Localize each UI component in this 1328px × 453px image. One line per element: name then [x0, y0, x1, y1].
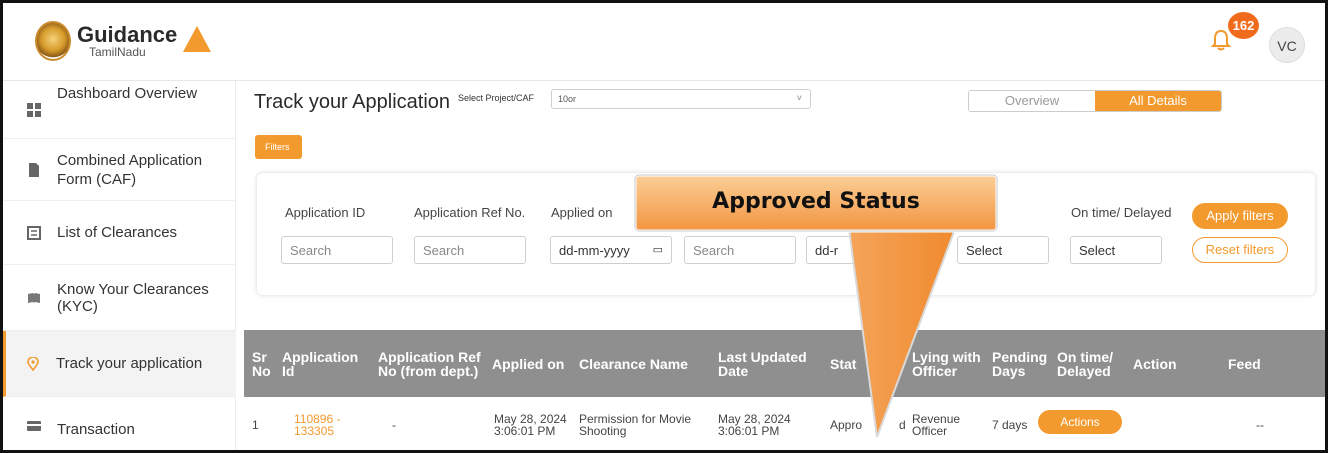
book-icon: [28, 292, 40, 303]
app-frame: Guidance TamilNadu 162 VC Dashboard Over…: [0, 0, 1328, 453]
calendar-icon: ▭: [652, 244, 663, 256]
filter-panel: Application ID Application Ref No. Appli…: [257, 173, 1315, 295]
emblem-icon: [35, 21, 71, 61]
cell-ref-no: -: [392, 418, 396, 432]
cell-sr: 1: [252, 418, 259, 432]
sidebar-item-label: List of Clearances: [57, 224, 178, 241]
tab-overview[interactable]: Overview: [969, 91, 1095, 111]
avatar[interactable]: VC: [1269, 27, 1305, 63]
bell-icon[interactable]: [1211, 29, 1231, 51]
chevron-down-icon: ˅: [796, 93, 802, 103]
col-status: Stat: [830, 355, 857, 372]
applied-on-date-placeholder: dd-mm-yyyy: [559, 243, 630, 258]
sidebar-item-track-application[interactable]: Track your application: [3, 331, 236, 397]
main-content: Track your Application Select Project/CA…: [236, 81, 1325, 450]
application-ref-label: Application Ref No.: [414, 205, 526, 220]
cell-clearance-name: Permission for Movie Shooting: [579, 412, 692, 438]
logo-text: Guidance TamilNadu: [77, 22, 178, 59]
project-select-label: Select Project/CAF: [458, 93, 535, 103]
sidebar-item-label: Know Your Clearances (KYC): [57, 280, 209, 315]
reset-filters-button[interactable]: Reset filters: [1192, 237, 1288, 263]
filters-button-label: Filters: [265, 142, 290, 152]
col-lying-with: Lying with Officer: [912, 348, 981, 379]
col-applied-on: Applied on: [492, 355, 565, 372]
table-row: 1 110896 - 133305 - May 28, 2024 3:06:01…: [244, 397, 1325, 450]
col-on-time: On time/ Delayed: [1057, 348, 1114, 379]
location-pin-icon: [27, 356, 39, 371]
project-select[interactable]: 10or ˅: [551, 89, 811, 109]
table-header: Sr No Application Id Application Ref No …: [244, 330, 1325, 397]
col-last-updated: Last Updated Date: [718, 348, 807, 379]
filters-button[interactable]: Filters ▼: [255, 135, 302, 176]
guidance-logo[interactable]: Guidance TamilNadu: [35, 21, 212, 61]
view-toggle: Overview All Details: [968, 90, 1222, 112]
col-pending-days: Pending Days: [992, 348, 1048, 379]
notification-badge: 162: [1228, 12, 1259, 39]
flame-icon: [183, 26, 212, 52]
document-icon: [29, 162, 39, 177]
col-application-id: Application Id: [282, 348, 359, 379]
col-feedback: Feed: [1228, 355, 1261, 372]
sidebar-item-label: Track your application: [56, 355, 203, 372]
sidebar-item-list-of-clearances[interactable]: List of Clearances: [3, 201, 236, 265]
project-select-value: 10or: [558, 94, 577, 104]
application-ref-input[interactable]: Search: [414, 236, 526, 264]
logo-subtitle: TamilNadu: [89, 45, 146, 59]
application-id-input[interactable]: Search: [281, 236, 393, 264]
search-input[interactable]: Search: [684, 236, 796, 264]
sidebar-item-kyc[interactable]: Know Your Clearances (KYC): [3, 265, 236, 331]
col-clearance-name: Clearance Name: [579, 355, 688, 372]
date-input[interactable]: dd-r: [806, 236, 906, 264]
status-select[interactable]: Select: [957, 236, 1049, 264]
sidebar-item-dashboard-overview[interactable]: Dashboard Overview: [3, 81, 236, 139]
sidebar: Dashboard Overview Combined Application …: [3, 81, 236, 450]
col-sr-no: Sr No: [252, 348, 271, 379]
applied-on-date-input[interactable]: dd-mm-yyyy ▭: [550, 236, 672, 264]
tab-all-details[interactable]: All Details: [1095, 91, 1221, 111]
logo-title: Guidance: [77, 22, 178, 47]
cell-application-id[interactable]: 110896 - 133305: [294, 397, 366, 450]
grid-icon: [27, 102, 41, 117]
sidebar-item-transaction[interactable]: Transaction: [3, 397, 236, 450]
col-action: Action: [1133, 355, 1177, 372]
top-bar: Guidance TamilNadu 162 VC: [3, 3, 1325, 81]
sidebar-item-caf[interactable]: Combined Application Form (CAF): [3, 139, 236, 201]
on-time-delayed-label: On time/ Delayed: [1071, 205, 1172, 220]
col-application-ref: Application Ref No (from dept.): [378, 348, 481, 379]
page-title: Track your Application: [254, 91, 451, 113]
cell-lying-with: Revenue Officer: [912, 412, 961, 438]
sidebar-item-label: Dashboard Overview: [57, 85, 198, 102]
cell-feedback: --: [1256, 418, 1264, 432]
cell-status: Appro: [830, 418, 863, 432]
application-id-label: Application ID: [285, 205, 366, 220]
sidebar-item-label: Combined Application Form (CAF): [57, 151, 203, 188]
sidebar-item-label: Transaction: [57, 421, 135, 438]
apply-filters-button[interactable]: Apply filters: [1192, 203, 1288, 229]
cell-last-updated: May 28, 2024 3:06:01 PM: [718, 412, 791, 438]
on-time-select[interactable]: Select: [1070, 236, 1162, 264]
cell-applied-on: May 28, 2024 3:06:01 PM: [494, 412, 567, 438]
list-icon: [27, 225, 41, 240]
cell-status-tail: d: [899, 418, 906, 432]
actions-button[interactable]: Actions: [1038, 410, 1122, 434]
card-icon: [27, 420, 41, 431]
applied-on-label: Applied on: [551, 205, 613, 220]
